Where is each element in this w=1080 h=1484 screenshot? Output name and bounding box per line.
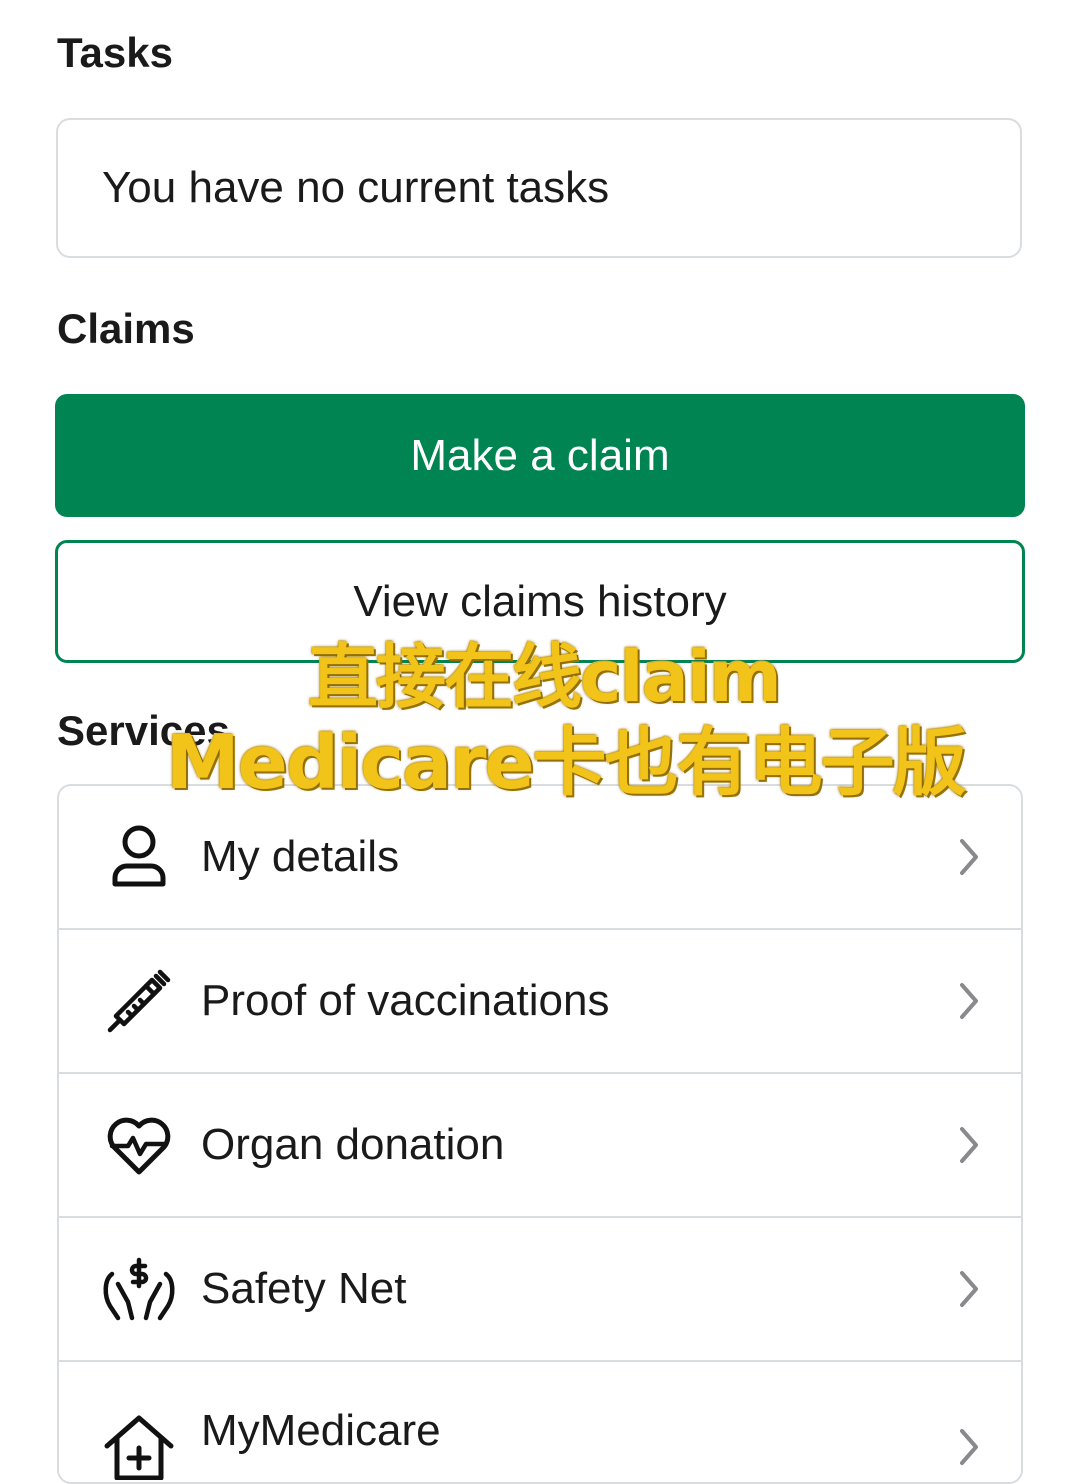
service-item-label: My details — [201, 832, 400, 881]
service-item-label: Safety Net — [201, 1264, 407, 1313]
service-item-label: Organ donation — [201, 1120, 505, 1169]
overlay-caption-line-2: Medicare卡也有电子版 — [166, 720, 967, 806]
heart-pulse-icon — [99, 1105, 179, 1185]
services-list: My details Proof of vaccinations Organ d… — [57, 784, 1023, 1484]
service-item-mymedicare[interactable]: MyMedicare — [59, 1362, 1021, 1482]
tasks-section-title: Tasks — [57, 29, 173, 76]
tasks-empty-message: You have no current tasks — [102, 163, 610, 212]
syringe-icon — [99, 961, 179, 1041]
claims-section-title: Claims — [57, 305, 195, 352]
chevron-right-icon — [960, 839, 978, 875]
hands-dollar-icon — [99, 1249, 179, 1329]
chevron-right-icon — [960, 1429, 978, 1465]
service-item-safety-net[interactable]: Safety Net — [59, 1218, 1021, 1362]
service-item-my-details[interactable]: My details — [59, 786, 1021, 930]
overlay-caption-line-1: 直接在线claim — [308, 636, 782, 718]
chevron-right-icon — [960, 1271, 978, 1307]
service-item-proof-of-vaccinations[interactable]: Proof of vaccinations — [59, 930, 1021, 1074]
house-medical-icon — [99, 1407, 179, 1482]
chevron-right-icon — [960, 1127, 978, 1163]
service-item-label: MyMedicare — [201, 1406, 441, 1455]
tasks-empty-card: You have no current tasks — [56, 118, 1022, 258]
service-item-organ-donation[interactable]: Organ donation — [59, 1074, 1021, 1218]
make-claim-button[interactable]: Make a claim — [55, 394, 1025, 517]
service-item-label: Proof of vaccinations — [201, 976, 610, 1025]
user-icon — [99, 817, 179, 897]
chevron-right-icon — [960, 983, 978, 1019]
